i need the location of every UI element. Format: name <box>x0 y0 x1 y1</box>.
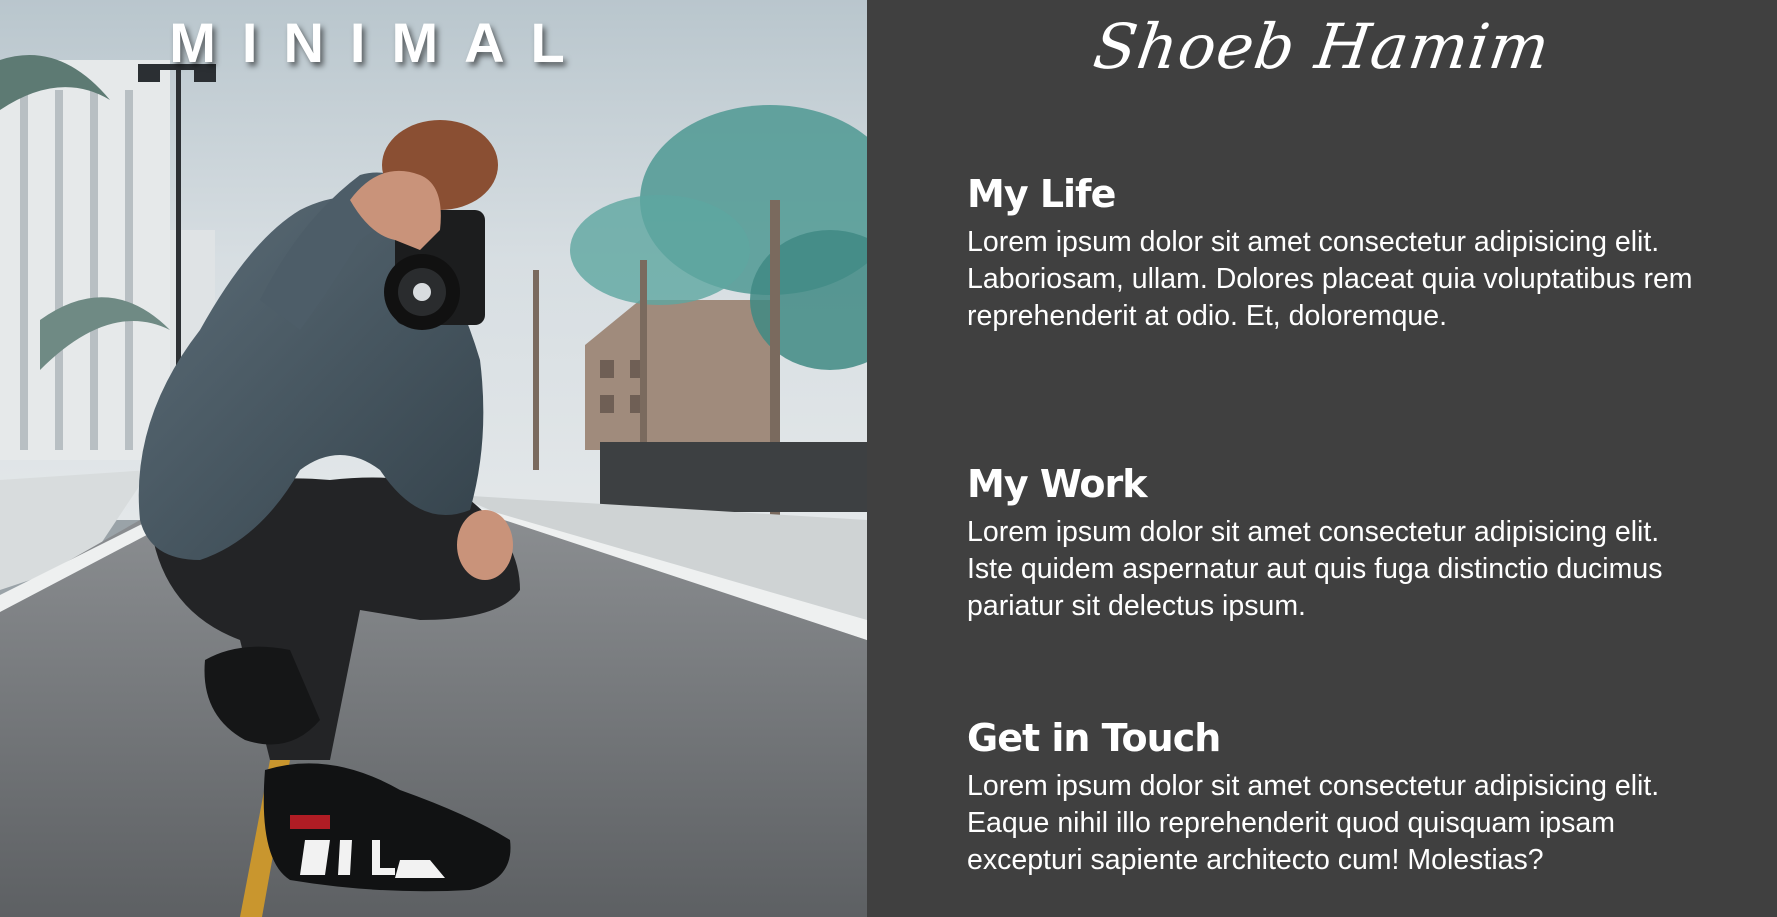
page: MINIMAL Shoeb Hamim My Life Lorem ipsum … <box>0 0 1777 917</box>
section-my-work: My Work Lorem ipsum dolor sit amet conse… <box>967 462 1697 716</box>
sections-list: My Life Lorem ipsum dolor sit amet conse… <box>967 172 1697 879</box>
section-heading: My Life <box>967 172 1116 216</box>
section-body: Lorem ipsum dolor sit amet consectetur a… <box>967 769 1660 876</box>
section-body: Lorem ipsum dolor sit amet consectetur a… <box>967 515 1663 622</box>
section-get-in-touch: Get in Touch Lorem ipsum dolor sit amet … <box>967 716 1697 879</box>
section-heading: My Work <box>967 462 1148 506</box>
section-heading: Get in Touch <box>967 716 1221 760</box>
hero-photo-panel: MINIMAL <box>0 0 867 917</box>
section-my-life: My Life Lorem ipsum dolor sit amet conse… <box>967 172 1697 462</box>
section-body: Lorem ipsum dolor sit amet consectetur a… <box>967 225 1693 332</box>
author-signature: Shoeb Hamim <box>1089 10 1555 83</box>
content-panel: Shoeb Hamim My Life Lorem ipsum dolor si… <box>867 0 1777 917</box>
hero-title: MINIMAL <box>169 11 591 74</box>
photographer-photo <box>0 0 867 917</box>
